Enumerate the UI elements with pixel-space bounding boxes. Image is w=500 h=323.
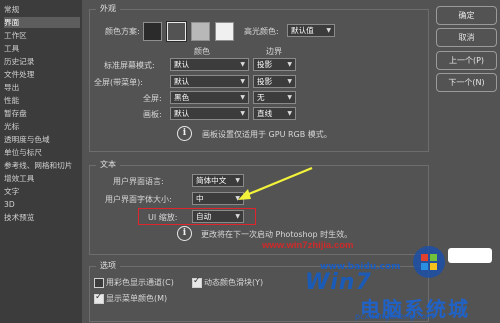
standard-screen-border-value: 投影 xyxy=(257,60,273,69)
fullscreen-menus-color-value: 默认 xyxy=(174,77,190,86)
sidebar-item-transparency[interactable]: 透明度与色域 xyxy=(4,134,80,145)
artboard-color-value: 默认 xyxy=(174,109,190,118)
watermark-url: www.win7zhijia.com xyxy=(262,240,354,251)
dynamic-color-sliders-checkbox[interactable] xyxy=(192,276,202,288)
sidebar-item-history[interactable]: 历史记录 xyxy=(4,56,80,67)
chevron-down-icon: ▼ xyxy=(240,61,245,68)
sidebar-item-tech-preview[interactable]: 技术预览 xyxy=(4,212,80,223)
color-channels-checkbox[interactable] xyxy=(94,278,104,288)
appearance-legend: 外观 xyxy=(96,3,120,14)
color-scheme-swatch-medium-light[interactable] xyxy=(191,22,210,41)
sidebar-item-general[interactable]: 常规 xyxy=(4,4,80,15)
sidebar-item-3d[interactable]: 3D xyxy=(4,199,80,210)
fullscreen-menus-border-dropdown[interactable]: 投影 ▼ xyxy=(253,75,296,88)
info-icon: i xyxy=(177,226,192,241)
ui-font-size-label: 用户界面字体大小: xyxy=(105,195,172,204)
chevron-down-icon: ▼ xyxy=(326,27,331,34)
color-channels-label: 用彩色显示通道(C) xyxy=(106,278,174,287)
artboard-color-dropdown[interactable]: 默认 ▼ xyxy=(170,107,249,120)
annotation-arrow xyxy=(238,166,313,200)
sidebar-item-scratch-disks[interactable]: 暂存盘 xyxy=(4,108,80,119)
color-scheme-swatch-dark[interactable] xyxy=(143,22,162,41)
fullscreen-color-dropdown[interactable]: 黑色 ▼ xyxy=(170,91,249,104)
fullscreen-menus-border-value: 投影 xyxy=(257,77,273,86)
cancel-button[interactable]: 取消 xyxy=(436,28,497,47)
fullscreen-border-dropdown[interactable]: 无 ▼ xyxy=(253,91,296,104)
highlight-color-value: 默认值 xyxy=(291,26,314,35)
text-legend: 文本 xyxy=(96,159,120,170)
color-scheme-swatch-light[interactable] xyxy=(215,22,234,41)
sidebar-item-guides[interactable]: 参考线、网格和切片 xyxy=(4,160,80,171)
ui-font-size-value: 中 xyxy=(196,194,204,203)
fullscreen-color-value: 黑色 xyxy=(174,93,190,102)
sidebar-item-units[interactable]: 单位与标尺 xyxy=(4,147,80,158)
highlight-color-label: 高光颜色: xyxy=(244,27,279,36)
fullscreen-label: 全屏: xyxy=(143,94,162,103)
sidebar: 常规 界面 工作区 工具 历史记录 文件处理 导出 性能 暂存盘 光标 透明度与… xyxy=(0,0,82,323)
chevron-down-icon: ▼ xyxy=(240,110,245,117)
sidebar-item-cursors[interactable]: 光标 xyxy=(4,121,80,132)
previous-button[interactable]: 上一个(P) xyxy=(436,51,497,70)
sidebar-item-interface[interactable]: 界面 xyxy=(4,17,80,28)
chevron-down-icon: ▼ xyxy=(240,78,245,85)
standard-screen-color-dropdown[interactable]: 默认 ▼ xyxy=(170,58,249,71)
next-button[interactable]: 下一个(N) xyxy=(436,73,497,92)
dynamic-color-sliders-label: 动态颜色滑块(Y) xyxy=(204,278,264,287)
sidebar-item-performance[interactable]: 性能 xyxy=(4,95,80,106)
menu-colors-label: 显示菜单颜色(M) xyxy=(106,294,168,303)
color-scheme-swatch-medium-dark[interactable] xyxy=(166,21,187,42)
artboard-border-dropdown[interactable]: 直线 ▼ xyxy=(253,107,296,120)
sidebar-item-tools[interactable]: 工具 xyxy=(4,43,80,54)
windows-logo-icon xyxy=(413,246,445,278)
watermark-brand-url: pcxitongcheng.com xyxy=(355,312,434,321)
menu-colors-checkbox[interactable] xyxy=(94,292,104,304)
fullscreen-border-value: 无 xyxy=(257,93,265,102)
fullscreen-menus-label: 全屏(带菜单): xyxy=(94,78,143,87)
sidebar-item-workspace[interactable]: 工作区 xyxy=(4,30,80,41)
chevron-down-icon: ▼ xyxy=(287,61,292,68)
chevron-down-icon: ▼ xyxy=(240,94,245,101)
ui-language-label: 用户界面语言: xyxy=(113,177,164,186)
ui-scale-highlight-box xyxy=(138,208,256,225)
info-icon: i xyxy=(177,126,192,141)
ok-button[interactable]: 确定 xyxy=(436,6,497,25)
sidebar-item-file-handling[interactable]: 文件处理 xyxy=(4,69,80,80)
chevron-down-icon: ▼ xyxy=(287,94,292,101)
color-scheme-label: 颜色方案: xyxy=(105,27,140,36)
sidebar-item-plugins[interactable]: 增效工具 xyxy=(4,173,80,184)
sidebar-item-export[interactable]: 导出 xyxy=(4,82,80,93)
artboard-border-value: 直线 xyxy=(257,109,273,118)
chevron-down-icon: ▼ xyxy=(287,110,292,117)
color-column-header: 颜色 xyxy=(194,47,210,56)
restart-note: 更改将在下一次启动 Photoshop 时生效。 xyxy=(201,230,353,239)
border-column-header: 边界 xyxy=(266,47,282,56)
highlight-color-dropdown[interactable]: 默认值 ▼ xyxy=(287,24,335,37)
standard-screen-color-value: 默认 xyxy=(174,60,190,69)
standard-screen-border-dropdown[interactable]: 投影 ▼ xyxy=(253,58,296,71)
watermark-logo-text: Win7 xyxy=(305,270,372,295)
options-legend: 选项 xyxy=(96,260,120,271)
search-badge xyxy=(448,248,492,263)
standard-screen-label: 标准屏幕模式: xyxy=(104,61,155,70)
artboard-note: 画板设置仅适用于 GPU RGB 模式。 xyxy=(202,130,332,139)
ui-language-value: 简体中文 xyxy=(196,176,227,185)
fullscreen-menus-color-dropdown[interactable]: 默认 ▼ xyxy=(170,75,249,88)
sidebar-item-type[interactable]: 文字 xyxy=(4,186,80,197)
artboard-label: 画板: xyxy=(143,110,162,119)
chevron-down-icon: ▼ xyxy=(287,78,292,85)
